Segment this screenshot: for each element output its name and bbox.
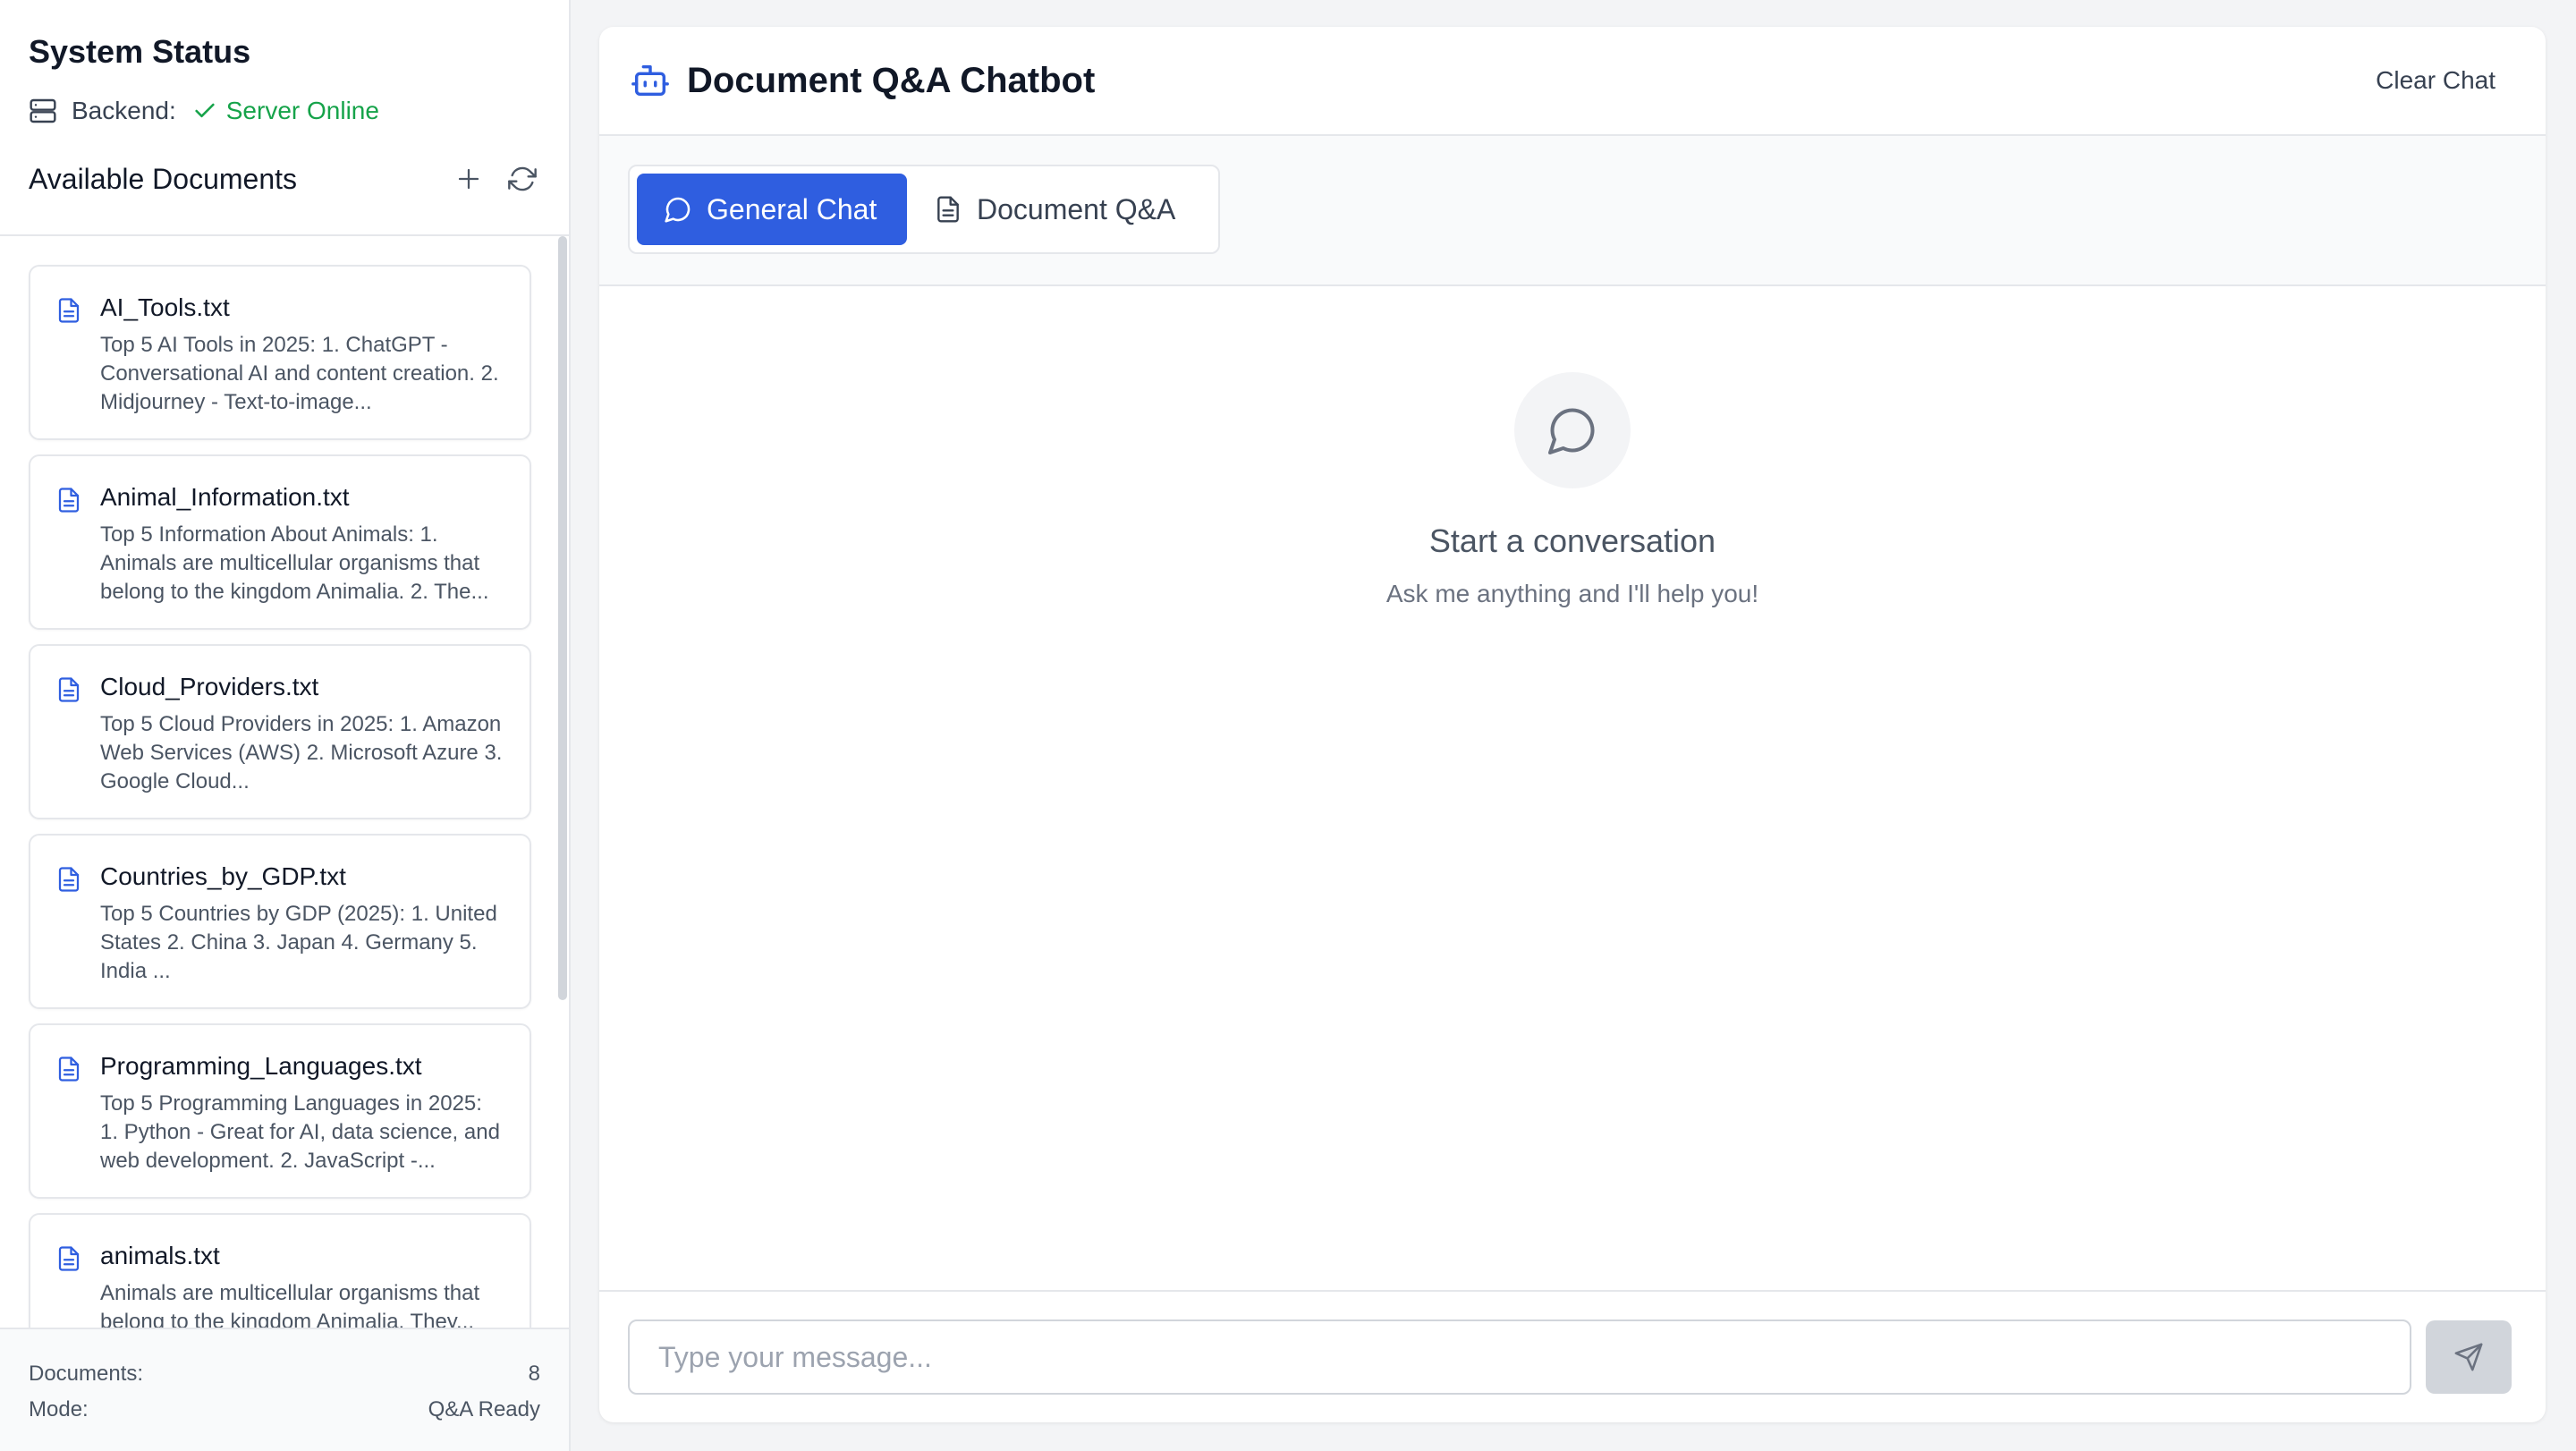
app-root: System Status Backend: Server Online Ava… [0, 0, 2576, 1451]
refresh-icon [508, 166, 537, 191]
documents-heading-row: Available Documents [29, 159, 540, 199]
refresh-documents-button[interactable] [506, 163, 538, 195]
mode-row: Mode: Q&A Ready [29, 1392, 540, 1428]
file-text-icon [55, 1056, 82, 1082]
brand: Document Q&A Chatbot [630, 60, 1095, 101]
clear-chat-button[interactable]: Clear Chat [2376, 66, 2496, 95]
empty-state-icon-wrap [1514, 372, 1631, 488]
mode-bar: General Chat Document Q&A [599, 136, 2546, 286]
chat-panel: Document Q&A Chatbot Clear Chat General … [599, 27, 2546, 1422]
backend-status-row: Backend: Server Online [29, 93, 540, 129]
documents-count-value: 8 [528, 1362, 540, 1386]
file-text-icon [55, 866, 82, 893]
page-title: Document Q&A Chatbot [687, 60, 1096, 100]
file-text-icon [55, 487, 82, 513]
document-card[interactable]: animals.txt Animals are multicellular or… [29, 1213, 531, 1329]
sidebar-scrollbar[interactable] [558, 236, 567, 1000]
empty-state: Start a conversation Ask me anything and… [599, 372, 2546, 608]
document-name: AI_Tools.txt [100, 293, 230, 321]
document-name: Programming_Languages.txt [100, 1052, 422, 1080]
bot-icon [630, 60, 671, 101]
document-preview: Top 5 Cloud Providers in 2025: 1. Amazon… [100, 712, 503, 793]
backend-label: Backend: [72, 97, 176, 124]
document-preview: Top 5 Programming Languages in 2025: 1. … [100, 1091, 500, 1173]
file-text-icon [55, 676, 82, 703]
chat-messages: Start a conversation Ask me anything and… [599, 286, 2546, 1292]
document-name: animals.txt [100, 1242, 220, 1269]
plus-icon [458, 168, 479, 190]
document-card[interactable]: AI_Tools.txt Top 5 AI Tools in 2025: 1. … [29, 265, 531, 440]
sidebar-header: System Status Backend: Server Online Ava… [0, 0, 569, 236]
file-text-icon [934, 195, 962, 224]
mode-value: Q&A Ready [428, 1397, 540, 1421]
sidebar-footer: Documents: 8 Mode: Q&A Ready [0, 1328, 569, 1451]
document-preview: Top 5 Information About Animals: 1. Anim… [100, 522, 489, 604]
chat-header: Document Q&A Chatbot Clear Chat [599, 27, 2546, 136]
document-card[interactable]: Programming_Languages.txt Top 5 Programm… [29, 1023, 531, 1199]
document-name: Animal_Information.txt [100, 483, 350, 511]
documents-actions [453, 163, 538, 195]
sidebar: System Status Backend: Server Online Ava… [0, 0, 571, 1451]
message-input[interactable] [628, 1319, 2411, 1395]
add-document-button[interactable] [453, 163, 485, 195]
send-icon [2454, 1343, 2483, 1371]
send-button[interactable] [2426, 1320, 2512, 1394]
check-icon [192, 98, 217, 123]
document-card[interactable]: Animal_Information.txt Top 5 Information… [29, 454, 531, 630]
message-circle-icon [1548, 408, 1595, 454]
documents-count-row: Documents: 8 [29, 1356, 540, 1392]
empty-state-title: Start a conversation [1428, 522, 1716, 559]
document-name: Countries_by_GDP.txt [100, 862, 346, 890]
server-status-text: Server Online [225, 97, 379, 124]
general-chat-tab[interactable]: General Chat [637, 174, 907, 245]
document-qa-tab[interactable]: Document Q&A [907, 174, 1211, 245]
document-preview: Animals are multicellular organisms that… [100, 1281, 480, 1329]
document-list[interactable]: AI_Tools.txt Top 5 AI Tools in 2025: 1. … [0, 236, 569, 1329]
file-text-icon [55, 297, 82, 324]
message-composer [599, 1290, 2546, 1422]
document-preview: Top 5 AI Tools in 2025: 1. ChatGPT - Con… [100, 333, 499, 414]
main-area: Document Q&A Chatbot Clear Chat General … [571, 0, 2576, 1451]
documents-heading: Available Documents [29, 162, 298, 195]
documents-count-label: Documents: [29, 1362, 144, 1386]
document-name: Cloud_Providers.txt [100, 673, 319, 700]
document-card[interactable]: Countries_by_GDP.txt Top 5 Countries by … [29, 834, 531, 1009]
document-qa-label: Document Q&A [977, 192, 1176, 225]
document-card[interactable]: Cloud_Providers.txt Top 5 Cloud Provider… [29, 644, 531, 819]
message-circle-icon [664, 195, 692, 224]
document-preview: Top 5 Countries by GDP (2025): 1. United… [100, 902, 497, 983]
server-icon [29, 97, 57, 125]
general-chat-label: General Chat [707, 192, 877, 225]
mode-toggle: General Chat Document Q&A [628, 165, 1220, 254]
file-text-icon [55, 1245, 82, 1272]
system-status-title: System Status [29, 33, 251, 70]
mode-label: Mode: [29, 1397, 89, 1421]
empty-state-subtitle: Ask me anything and I'll help you! [1385, 580, 1759, 607]
